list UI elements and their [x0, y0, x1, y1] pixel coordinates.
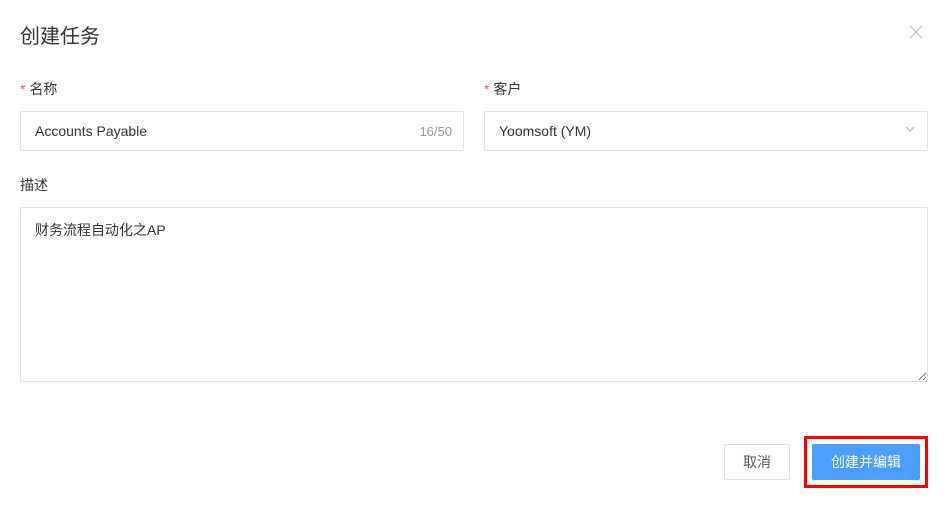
customer-select[interactable]: Yoomsoft (YM)	[484, 111, 928, 151]
cancel-button[interactable]: 取消	[724, 444, 790, 480]
name-label: 名称	[20, 79, 464, 99]
close-icon[interactable]	[908, 24, 924, 40]
description-textarea[interactable]: 财务流程自动化之AP	[20, 207, 928, 382]
customer-label: 客户	[484, 79, 928, 99]
highlight-box: 创建并编辑	[804, 436, 928, 488]
name-input[interactable]	[20, 111, 464, 151]
name-char-count: 16/50	[419, 124, 452, 139]
create-and-edit-button[interactable]: 创建并编辑	[812, 444, 920, 480]
description-label: 描述	[20, 175, 928, 195]
dialog-title: 创建任务	[20, 20, 928, 49]
